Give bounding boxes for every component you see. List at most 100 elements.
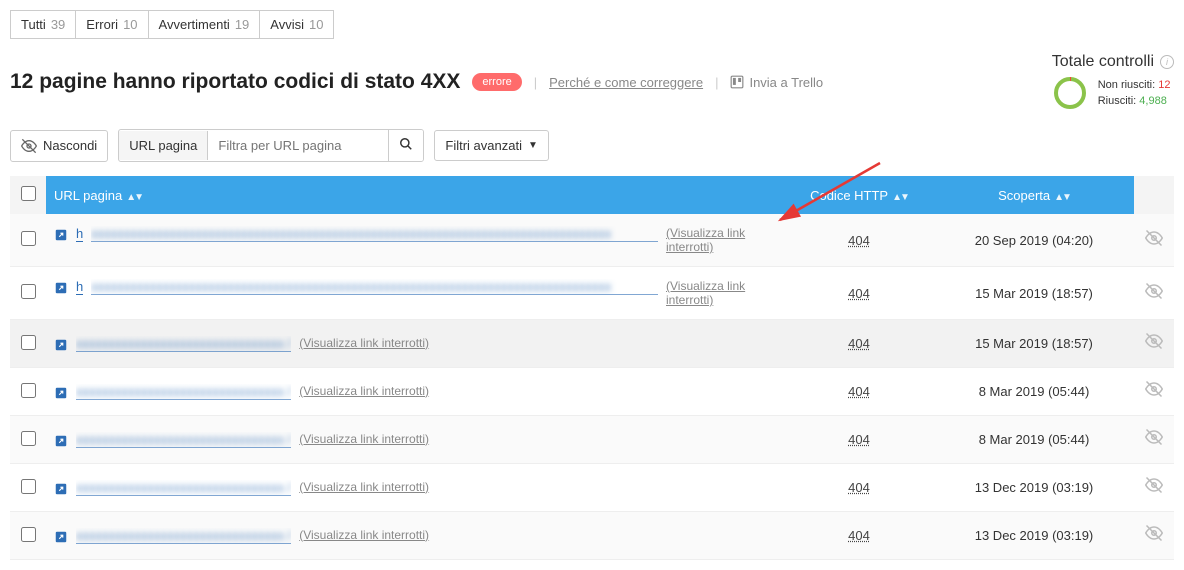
tab-avvertimenti[interactable]: Avvertimenti 19 (148, 10, 261, 39)
tab-count: 10 (309, 17, 323, 32)
view-broken-links[interactable]: (Visualizza link interrotti) (666, 279, 776, 307)
fail-stat: Non riusciti: 12 (1098, 77, 1171, 94)
hide-row-button[interactable] (1145, 529, 1163, 546)
row-checkbox[interactable] (21, 335, 36, 350)
results-table: URL pagina▲▼ Codice HTTP▲▼ Scoperta▲▼ hx… (10, 176, 1174, 560)
column-url[interactable]: URL pagina▲▼ (46, 176, 784, 214)
hide-row-icon (1145, 332, 1163, 350)
url-filter: URL pagina (118, 129, 424, 162)
url-redacted[interactable]: xxxxxxxxxxxxxxxxxxxxxxxxxxxxxxxx / (76, 384, 291, 400)
discovered-date: 13 Dec 2019 (03:19) (975, 480, 1094, 495)
toolbar: Nascondi URL pagina Filtri avanzati ▼ (10, 129, 1174, 162)
view-broken-links[interactable]: (Visualizza link interrotti) (299, 480, 429, 494)
external-link-icon[interactable] (54, 530, 68, 544)
view-broken-links[interactable]: (Visualizza link interrotti) (299, 384, 429, 398)
http-code: 404 (848, 286, 870, 301)
hide-row-icon (1145, 476, 1163, 494)
advanced-filters-button[interactable]: Filtri avanzati ▼ (434, 130, 548, 161)
tab-label: Avvertimenti (159, 17, 230, 32)
table-row: h xxxxxxxxxxxxxxxxxxxxxxxxxxxxxxxxxxxxxxx… (10, 214, 1174, 267)
discovered-date: 8 Mar 2019 (05:44) (979, 432, 1090, 447)
http-code: 404 (848, 432, 870, 447)
select-all-header[interactable] (10, 176, 46, 214)
row-checkbox[interactable] (21, 479, 36, 494)
hide-row-button[interactable] (1145, 385, 1163, 402)
hide-row-button[interactable] (1145, 433, 1163, 450)
row-checkbox[interactable] (21, 431, 36, 446)
hide-row-icon (1145, 524, 1163, 542)
http-code: 404 (848, 528, 870, 543)
row-checkbox[interactable] (21, 383, 36, 398)
status-tabs: Tutti 39Errori 10Avvertimenti 19Avvisi 1… (10, 10, 1174, 39)
page-title: 12 pagine hanno riportato codici di stat… (10, 70, 460, 94)
why-fix-link[interactable]: Perché e come correggere (549, 75, 703, 90)
tab-count: 10 (123, 17, 137, 32)
sort-icon: ▲▼ (126, 192, 142, 203)
discovered-date: 20 Sep 2019 (04:20) (975, 233, 1094, 248)
hide-row-button[interactable] (1145, 287, 1163, 304)
eye-slash-icon (21, 138, 37, 154)
select-all-checkbox[interactable] (21, 186, 36, 201)
totals-title: Totale controllii (1052, 53, 1174, 71)
tab-count: 19 (235, 17, 249, 32)
pass-stat: Riusciti: 4,988 (1098, 93, 1171, 110)
tab-count: 39 (51, 17, 65, 32)
chevron-down-icon: ▼ (528, 140, 538, 151)
url-redacted[interactable]: xxxxxxxxxxxxxxxxxxxxxxxxxxxxxxxxxxxxxxxx… (91, 226, 658, 242)
tab-avvisi[interactable]: Avvisi 10 (259, 10, 334, 39)
hide-row-button[interactable] (1145, 234, 1163, 251)
tab-tutti[interactable]: Tutti 39 (10, 10, 76, 39)
table-row: h xxxxxxxxxxxxxxxxxxxxxxxxxxxxxxxxxxxxxxx… (10, 267, 1174, 320)
hide-row-button[interactable] (1145, 337, 1163, 354)
http-code: 404 (848, 336, 870, 351)
discovered-date: 15 Mar 2019 (18:57) (975, 336, 1093, 351)
row-checkbox[interactable] (21, 284, 36, 299)
tab-label: Avvisi (270, 17, 304, 32)
trello-label: Invia a Trello (749, 75, 823, 90)
view-broken-links[interactable]: (Visualizza link interrotti) (666, 226, 776, 254)
table-row: xxxxxxxxxxxxxxxxxxxxxxxxxxxxxxxx / (Visua… (10, 368, 1174, 416)
url-redacted[interactable]: xxxxxxxxxxxxxxxxxxxxxxxxxxxxxxxx / (76, 480, 291, 496)
tab-label: Tutti (21, 17, 46, 32)
http-code: 404 (848, 384, 870, 399)
tab-errori[interactable]: Errori 10 (75, 10, 148, 39)
external-link-icon[interactable] (54, 482, 68, 496)
external-link-icon[interactable] (54, 228, 68, 242)
view-broken-links[interactable]: (Visualizza link interrotti) (299, 432, 429, 446)
external-link-icon[interactable] (54, 338, 68, 352)
url-redacted[interactable]: xxxxxxxxxxxxxxxxxxxxxxxxxxxxxxxx / (76, 432, 291, 448)
url-redacted[interactable]: xxxxxxxxxxxxxxxxxxxxxxxxxxxxxxxx / (76, 528, 291, 544)
http-code: 404 (848, 480, 870, 495)
column-discovered[interactable]: Scoperta▲▼ (934, 176, 1134, 214)
view-broken-links[interactable]: (Visualizza link interrotti) (299, 336, 429, 350)
external-link-icon[interactable] (54, 281, 68, 295)
donut-chart (1052, 75, 1088, 111)
search-button[interactable] (388, 130, 423, 161)
external-link-icon[interactable] (54, 386, 68, 400)
hide-row-button[interactable] (1145, 481, 1163, 498)
column-code[interactable]: Codice HTTP▲▼ (784, 176, 934, 214)
hide-button[interactable]: Nascondi (10, 130, 108, 162)
url-redacted[interactable]: xxxxxxxxxxxxxxxxxxxxxxxxxxxxxxxxxxxxxxxx… (91, 279, 658, 295)
row-checkbox[interactable] (21, 231, 36, 246)
trello-icon (730, 75, 744, 89)
url-link[interactable]: h (76, 279, 83, 295)
sort-icon: ▲▼ (892, 192, 908, 203)
column-actions (1134, 176, 1174, 214)
search-input[interactable] (208, 131, 388, 160)
discovered-date: 15 Mar 2019 (18:57) (975, 286, 1093, 301)
search-icon (399, 137, 413, 151)
hide-label: Nascondi (43, 138, 97, 153)
discovered-date: 8 Mar 2019 (05:44) (979, 384, 1090, 399)
info-icon[interactable]: i (1160, 55, 1174, 69)
external-link-icon[interactable] (54, 434, 68, 448)
http-code: 404 (848, 233, 870, 248)
error-badge: errore (472, 73, 521, 91)
url-redacted[interactable]: xxxxxxxxxxxxxxxxxxxxxxxxxxxxxxxx / (76, 336, 291, 352)
url-link[interactable]: h (76, 226, 83, 242)
view-broken-links[interactable]: (Visualizza link interrotti) (299, 528, 429, 542)
adv-filters-label: Filtri avanzati (445, 138, 522, 153)
send-to-trello[interactable]: Invia a Trello (730, 75, 823, 90)
row-checkbox[interactable] (21, 527, 36, 542)
separator: | (715, 75, 718, 90)
